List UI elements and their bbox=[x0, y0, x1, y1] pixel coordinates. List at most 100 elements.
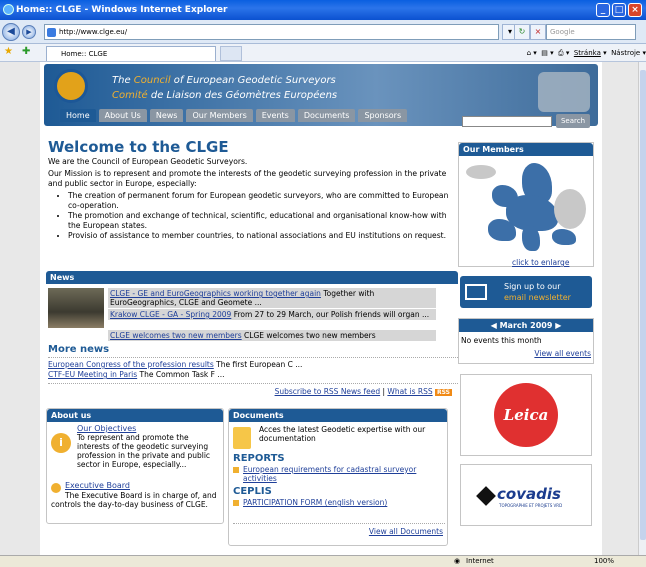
zone-text: Internet bbox=[466, 557, 494, 565]
folder-icon bbox=[233, 500, 239, 506]
print-icon[interactable]: ⎙ ▾ bbox=[558, 49, 569, 57]
more-news-link[interactable]: European Congress of the profession resu… bbox=[48, 360, 214, 369]
header-title-fr: Comité de Liaison des Géomètres Européen… bbox=[112, 90, 337, 101]
news-item: CLGE welcomes two new members CLGE welco… bbox=[108, 330, 436, 341]
about-box: About us i Our Objectives To represent a… bbox=[46, 408, 224, 524]
site-search-button[interactable]: Search bbox=[556, 114, 590, 128]
close-button[interactable]: × bbox=[628, 3, 642, 17]
address-text: http://www.clge.eu/ bbox=[59, 28, 128, 36]
more-news-link[interactable]: CTF-EU Meeting in Paris bbox=[48, 370, 137, 379]
favorites-star-icon[interactable]: ★ bbox=[4, 46, 13, 57]
tools-menu[interactable]: Nástroje bbox=[611, 49, 640, 57]
mission-item: Provisio of assistance to member countri… bbox=[68, 231, 458, 241]
stop-icon[interactable]: × bbox=[530, 24, 546, 40]
view-all-documents-link[interactable]: View all Documents bbox=[369, 527, 443, 536]
page-title: Welcome to the CLGE bbox=[48, 138, 229, 156]
feeds-icon[interactable]: ▤ ▾ bbox=[541, 49, 553, 57]
rss-subscribe-link[interactable]: Subscribe to RSS News feed bbox=[275, 387, 381, 396]
enlarge-map-link[interactable]: click to enlarge bbox=[512, 258, 569, 267]
address-field[interactable]: http://www.clge.eu/ bbox=[44, 24, 499, 40]
news-link[interactable]: CLGE welcomes two new members bbox=[110, 331, 242, 340]
ceplis-heading: CEPLIS bbox=[233, 486, 272, 497]
view-all-events-link[interactable]: View all events bbox=[534, 349, 591, 358]
new-tab-button[interactable] bbox=[220, 46, 242, 61]
page-menu[interactable]: Stránka bbox=[574, 49, 601, 57]
folder-icon bbox=[233, 467, 239, 473]
europe-map[interactable] bbox=[462, 159, 590, 255]
forward-button[interactable]: ▶ bbox=[22, 25, 36, 39]
header-post: of European Geodetic Surveyors bbox=[170, 75, 336, 86]
home-icon[interactable]: ⌂ ▾ bbox=[527, 49, 537, 57]
refresh-icon[interactable]: ↻ bbox=[514, 24, 530, 40]
minimize-button[interactable]: _ bbox=[596, 3, 610, 17]
newsletter-signup[interactable]: Sign up to our email newsletter bbox=[460, 276, 592, 308]
leica-logo: Leica bbox=[494, 383, 558, 447]
executive-board-link[interactable]: Executive Board bbox=[65, 481, 130, 490]
nav-our-members[interactable]: Our Members bbox=[186, 109, 253, 122]
divider bbox=[48, 357, 458, 358]
divider bbox=[233, 523, 445, 524]
divider bbox=[48, 383, 458, 384]
envelope-icon bbox=[465, 284, 487, 300]
add-favorites-icon[interactable]: ✚ bbox=[22, 46, 30, 57]
documents-box: Documents Acces the latest Geodetic expe… bbox=[228, 408, 448, 546]
objectives-link[interactable]: Our Objectives bbox=[77, 424, 136, 433]
site-search-input[interactable] bbox=[462, 116, 552, 127]
nav-sponsors[interactable]: Sponsors bbox=[358, 109, 408, 122]
prev-month-icon[interactable]: ◀ bbox=[491, 321, 497, 330]
scroll-thumb[interactable] bbox=[640, 70, 646, 540]
rss-line: Subscribe to RSS News feed | What is RSS… bbox=[275, 387, 452, 396]
more-news-text: The first European C ... bbox=[213, 360, 303, 369]
covadis-mark-icon bbox=[476, 486, 496, 506]
search-input[interactable]: Google bbox=[546, 24, 636, 40]
more-news-item: CTF-EU Meeting in Paris The Common Task … bbox=[48, 370, 224, 379]
news-box: News CLGE - GE and EuroGeographics worki… bbox=[46, 271, 458, 396]
header-pre: The bbox=[112, 75, 134, 86]
welcome-p1: We are the Council of European Geodetic … bbox=[48, 157, 248, 166]
rss-icon[interactable]: RSS bbox=[435, 389, 452, 396]
report-link[interactable]: European requirements for cadastral surv… bbox=[243, 465, 443, 483]
more-news-title: More news bbox=[48, 344, 110, 355]
maximize-button[interactable]: □ bbox=[612, 3, 626, 17]
news-link[interactable]: Krakow CLGE - GA - Spring 2009 bbox=[110, 310, 231, 319]
page-icon bbox=[47, 28, 56, 37]
leica-sponsor[interactable]: Leica bbox=[460, 374, 592, 456]
nav-documents[interactable]: Documents bbox=[297, 109, 356, 122]
next-month-icon[interactable]: ▶ bbox=[555, 321, 561, 330]
news-text: From 27 to 29 March, our Polish friends … bbox=[231, 310, 430, 319]
what-is-rss-link[interactable]: What is RSS bbox=[387, 387, 432, 396]
no-events-text: No events this month bbox=[461, 336, 542, 345]
header-fr-post: de Liaison des Géomètres Européens bbox=[147, 90, 338, 101]
header-emblem bbox=[538, 72, 590, 112]
vertical-scrollbar[interactable] bbox=[638, 62, 646, 555]
tab-home[interactable]: Home:: CLGE bbox=[46, 46, 216, 61]
clge-logo[interactable] bbox=[54, 69, 88, 103]
map-land bbox=[466, 165, 496, 179]
back-button[interactable]: ◀ bbox=[2, 23, 20, 41]
nav-news[interactable]: News bbox=[149, 109, 184, 122]
news-item: Krakow CLGE - GA - Spring 2009 From 27 t… bbox=[108, 309, 436, 320]
document-icon bbox=[233, 427, 251, 449]
events-calendar: ◀ March 2009 ▶ No events this month View… bbox=[458, 318, 594, 364]
nav-events[interactable]: Events bbox=[255, 109, 295, 122]
nav-about-us[interactable]: About Us bbox=[98, 109, 147, 122]
web-page: The Council of European Geodetic Surveyo… bbox=[40, 62, 602, 555]
members-header: Our Members bbox=[459, 143, 593, 156]
welcome-p2: Our Mission is to represent and promote … bbox=[48, 169, 447, 188]
covadis-logo: covadis bbox=[497, 485, 561, 503]
reports-heading: REPORTS bbox=[233, 453, 285, 464]
zoom-level[interactable]: 100% bbox=[594, 556, 614, 567]
news-link[interactable]: CLGE - GE and EuroGeographics working to… bbox=[110, 289, 321, 298]
about-header: About us bbox=[47, 409, 223, 422]
address-toolbar: ◀ ▶ http://www.clge.eu/ ▾ ↻ × Google bbox=[0, 20, 646, 44]
covadis-sponsor[interactable]: covadis TOPOGRAPHIE ET PROJETS VRD bbox=[460, 464, 592, 526]
header-hl: Council bbox=[133, 75, 171, 86]
mission-item: The promotion and exchange of technical,… bbox=[68, 211, 458, 231]
news-photo[interactable] bbox=[48, 288, 104, 328]
map-land bbox=[552, 229, 576, 245]
map-land bbox=[554, 189, 586, 229]
participation-form-link[interactable]: PARTICIPATION FORM (english version) bbox=[243, 498, 387, 507]
nav-home[interactable]: Home bbox=[60, 109, 96, 122]
news-item: CLGE - GE and EuroGeographics working to… bbox=[108, 288, 436, 308]
executive-board-text: The Executive Board is in charge of, and… bbox=[51, 491, 217, 509]
